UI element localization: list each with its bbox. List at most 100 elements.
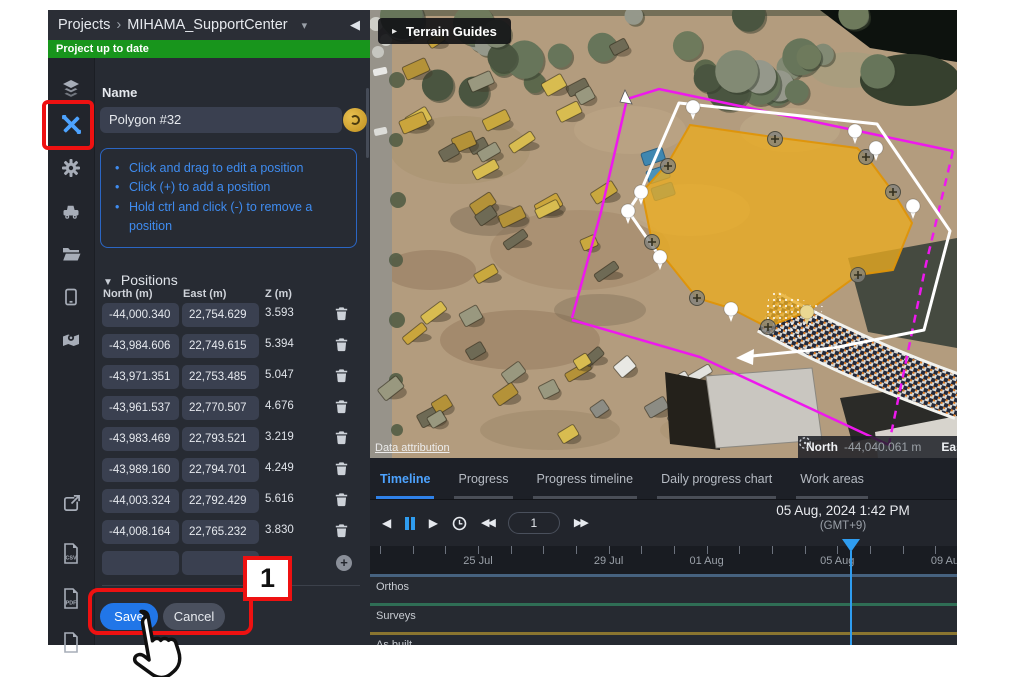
terrain-guides-toggle[interactable]: ▸ Terrain Guides — [378, 18, 511, 44]
add-vertex-icon[interactable] — [661, 159, 676, 174]
settings-icon[interactable] — [59, 156, 83, 180]
position-row-empty: + — [95, 549, 370, 580]
tab-work-areas[interactable]: Work areas — [798, 458, 866, 499]
fast-forward-icon[interactable]: ▶▶ — [574, 518, 587, 529]
north-value: -44,040.061 m — [844, 440, 921, 454]
ruler-tick — [739, 546, 740, 554]
east-input[interactable]: 22,793.521 — [182, 427, 259, 451]
name-input[interactable]: Polygon #32 — [100, 107, 342, 133]
vertex-pin-icon[interactable] — [686, 100, 700, 120]
add-vertex-icon[interactable] — [761, 320, 776, 335]
add-vertex-icon[interactable] — [851, 268, 866, 283]
rewind-icon[interactable]: ◀◀ — [481, 518, 494, 529]
speed-stepper[interactable]: 1 — [508, 512, 560, 534]
east-input[interactable]: 22,792.429 — [182, 489, 259, 513]
north-input[interactable]: -43,984.606 — [102, 334, 179, 358]
add-vertex-icon[interactable] — [690, 291, 705, 306]
playhead-marker[interactable] — [842, 539, 860, 552]
left-column: Projects › MIHAMA_SupportCenter ▾ ◀ Proj… — [48, 10, 370, 645]
tab-label: Daily progress chart — [661, 472, 772, 486]
tab-progress-timeline[interactable]: Progress timeline — [535, 458, 636, 499]
east-input[interactable]: 22,754.629 — [182, 303, 259, 327]
z-value: 5.047 — [265, 369, 294, 381]
delete-position-button[interactable] — [335, 306, 351, 324]
timeline-tabs: Timeline Progress Progress timeline Daily p… — [370, 458, 957, 500]
clock-icon[interactable] — [452, 516, 467, 531]
pause-icon[interactable] — [405, 517, 415, 530]
north-input[interactable]: -43,971.351 — [102, 365, 179, 389]
delete-position-button[interactable] — [335, 399, 351, 417]
north-input[interactable]: -44,000.340 — [102, 303, 179, 327]
vertex-pin-icon[interactable] — [724, 302, 738, 322]
tab-progress[interactable]: Progress — [456, 458, 510, 499]
files-icon[interactable] — [59, 242, 83, 266]
east-input[interactable]: 22,753.485 — [182, 365, 259, 389]
z-value: 3.219 — [265, 431, 294, 443]
delete-position-button[interactable] — [335, 337, 351, 355]
delete-position-button[interactable] — [335, 523, 351, 541]
tab-underline — [376, 496, 434, 499]
north-input[interactable] — [102, 551, 179, 575]
east-input[interactable]: 22,765.232 — [182, 520, 259, 544]
design-icon[interactable] — [59, 112, 83, 136]
north-input[interactable]: -44,008.164 — [102, 520, 179, 544]
north-input[interactable]: -43,983.469 — [102, 427, 179, 451]
share-icon[interactable] — [59, 491, 83, 515]
add-vertex-icon[interactable] — [645, 235, 660, 250]
data-attribution-link[interactable]: Data attribution — [375, 442, 450, 454]
north-input[interactable]: -43,989.160 — [102, 458, 179, 482]
device-icon[interactable] — [59, 285, 83, 309]
tab-underline — [533, 496, 638, 499]
timeline-row-orthos[interactable]: Orthos — [370, 574, 957, 603]
export-csv-icon[interactable]: CSV — [59, 541, 83, 565]
positions-header[interactable]: ▼Positions — [103, 272, 178, 288]
east-input[interactable]: 22,770.507 — [182, 396, 259, 420]
timeline-row-as-built[interactable]: As built — [370, 632, 957, 645]
north-input[interactable]: -44,003.324 — [102, 489, 179, 513]
delete-position-button[interactable] — [335, 430, 351, 448]
position-row: -43,983.46922,793.521 3.219 — [95, 425, 370, 456]
step-back-icon[interactable]: ◀ — [382, 517, 391, 529]
layers-icon[interactable] — [59, 76, 83, 100]
tab-label: Work areas — [800, 472, 864, 486]
timeline-row-label: Surveys — [376, 610, 416, 622]
timezone-value: (GMT+9) — [738, 520, 948, 532]
position-row: -43,984.60622,749.6155.394 — [95, 332, 370, 363]
terrain-guides-label: Terrain Guides — [406, 24, 497, 39]
machine-icon[interactable] — [59, 199, 83, 223]
add-vertex-icon[interactable] — [768, 132, 783, 147]
collapse-panel-icon[interactable]: ◀ — [350, 17, 360, 33]
timeline-row-surveys[interactable]: Surveys — [370, 603, 957, 632]
east-input[interactable]: 22,749.615 — [182, 334, 259, 358]
delete-position-button[interactable] — [335, 492, 351, 510]
status-text: Project up to date — [56, 43, 149, 55]
z-value: 3.830 — [265, 524, 294, 536]
east-label: East — [941, 440, 957, 454]
add-position-button[interactable]: + — [336, 555, 352, 571]
ruler-tick — [707, 546, 708, 554]
vertex-pin-icon[interactable] — [848, 124, 862, 144]
polygon-color-button[interactable] — [343, 108, 367, 132]
delete-position-button[interactable] — [335, 368, 351, 386]
export-file-icon[interactable] — [59, 630, 83, 654]
project-name[interactable]: MIHAMA_SupportCenter — [127, 17, 287, 33]
tab-underline — [657, 496, 776, 499]
tab-timeline[interactable]: Timeline — [378, 458, 432, 499]
ruler-tick — [641, 546, 642, 554]
delete-position-button[interactable] — [335, 461, 351, 479]
tab-daily-progress-chart[interactable]: Daily progress chart — [659, 458, 774, 499]
tab-label: Progress timeline — [537, 472, 634, 486]
east-input[interactable]: 22,794.701 — [182, 458, 259, 482]
chevron-down-icon[interactable]: ▾ — [302, 19, 308, 32]
north-input[interactable]: -43,961.537 — [102, 396, 179, 420]
export-pdf-icon[interactable]: PDF — [59, 586, 83, 610]
add-vertex-icon[interactable] — [886, 185, 901, 200]
map-viewport[interactable]: ▸ Terrain Guides Data attribution North … — [370, 10, 957, 458]
breadcrumb-root[interactable]: Projects — [58, 17, 110, 33]
timeline-ruler[interactable]: 25 Jul29 Jul01 Aug05 Aug09 Aug — [370, 546, 957, 574]
map-icon[interactable] — [59, 328, 83, 352]
position-row: -43,961.53722,770.5074.676 — [95, 394, 370, 425]
ruler-tick — [837, 546, 838, 554]
play-icon[interactable]: ▶ — [429, 517, 438, 529]
z-value: 3.593 — [265, 307, 294, 319]
